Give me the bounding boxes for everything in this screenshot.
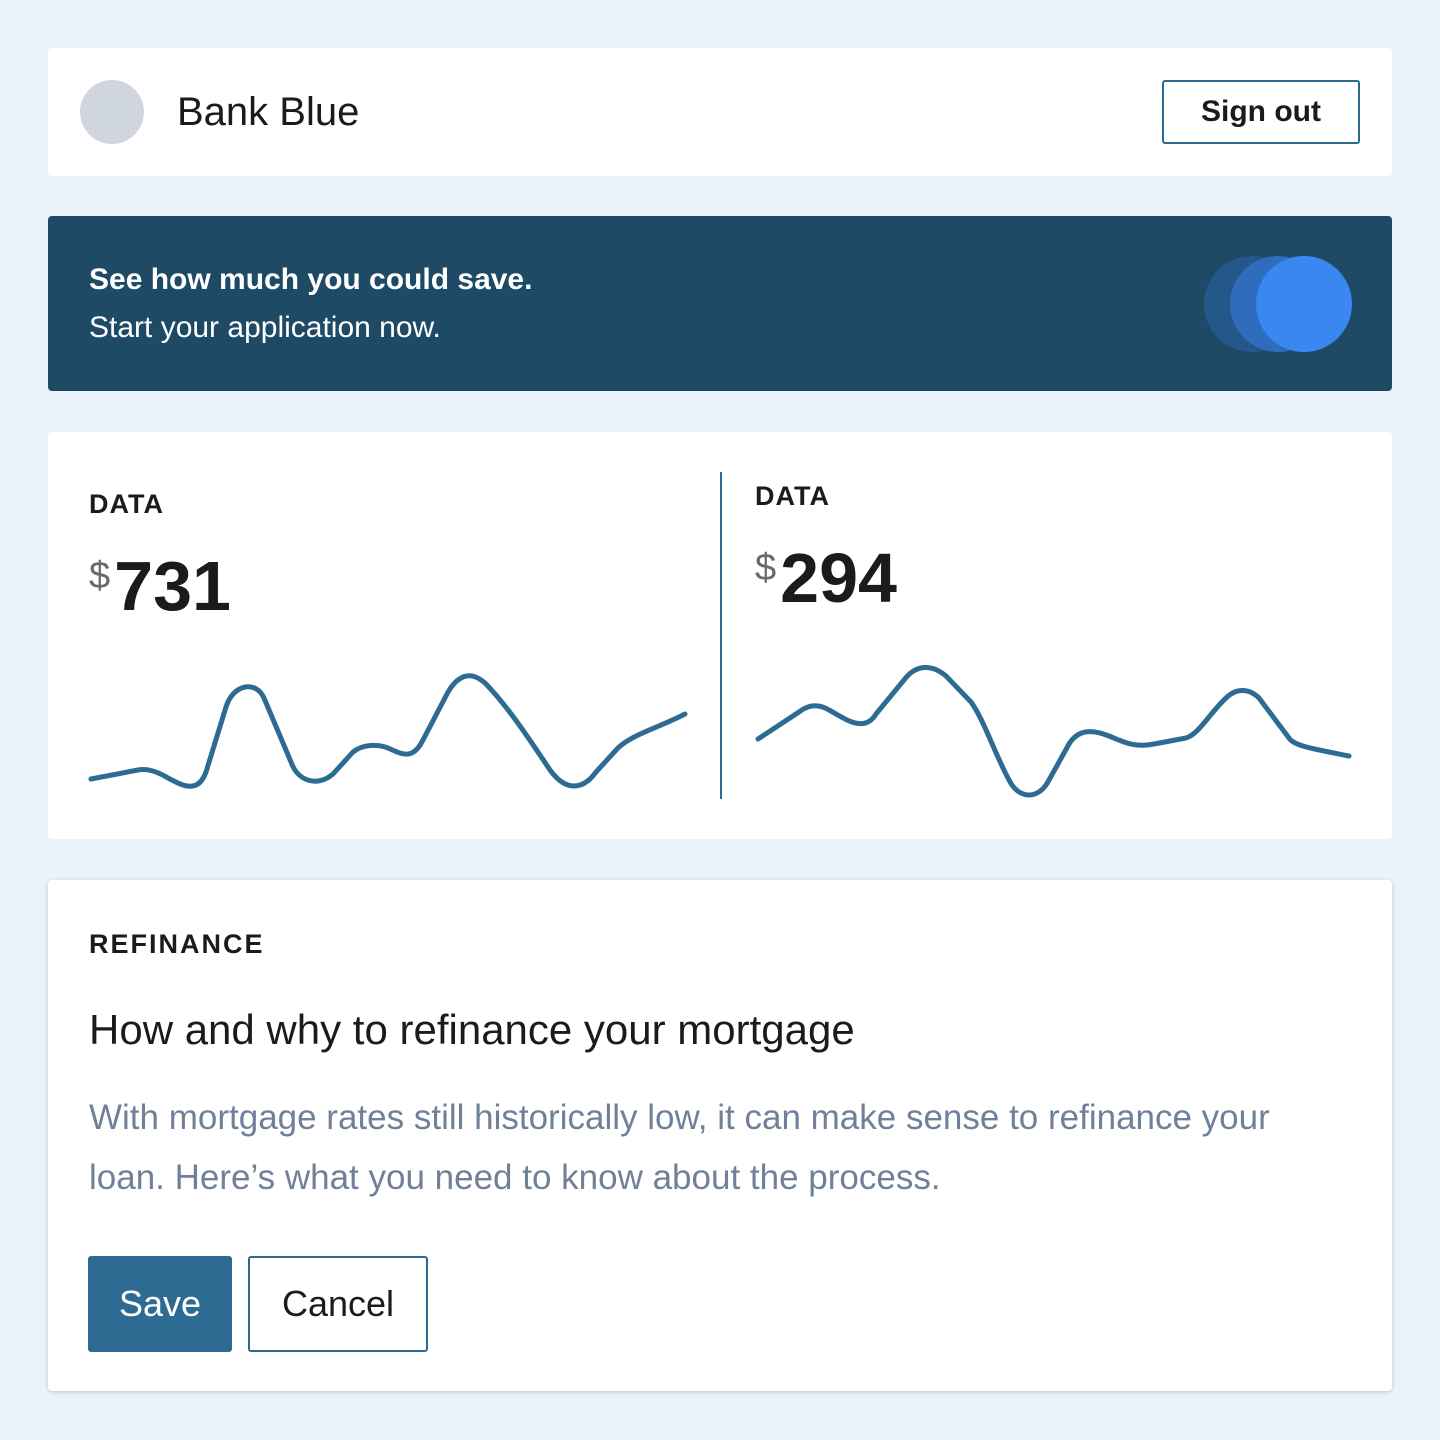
cancel-button[interactable]: Cancel <box>248 1256 428 1352</box>
banner-subtitle: Start your application now. <box>89 311 441 344</box>
metric-label: DATA <box>89 489 164 519</box>
sparkline-chart <box>88 673 688 789</box>
currency-symbol: $ <box>755 547 777 589</box>
article-title[interactable]: How and why to refinance your mortgage <box>89 1004 855 1056</box>
sign-out-button[interactable]: Sign out <box>1162 80 1360 144</box>
banner-decoration-circle <box>1256 256 1352 352</box>
data-card: DATA $ 731 DATA $ 294 <box>48 432 1392 839</box>
banner-title: See how much you could save. <box>89 263 533 296</box>
brand-name: Bank Blue <box>177 90 360 134</box>
sparkline-chart <box>755 665 1352 798</box>
sparkline-line <box>755 665 1352 798</box>
article-category: REFINANCE <box>89 929 265 959</box>
metric-value: $ 294 <box>755 540 897 616</box>
currency-symbol: $ <box>89 555 111 597</box>
metric-label: DATA <box>755 481 830 511</box>
promo-banner[interactable]: See how much you could save. Start your … <box>48 216 1392 391</box>
sparkline-line <box>88 673 688 789</box>
article-card: REFINANCE How and why to refinance your … <box>48 880 1392 1391</box>
app-header: Bank Blue Sign out <box>48 48 1392 176</box>
article-summary: With mortgage rates still historically l… <box>89 1098 1270 1197</box>
save-button[interactable]: Save <box>88 1256 232 1352</box>
metric-divider <box>720 472 722 799</box>
avatar[interactable] <box>80 80 144 144</box>
metric-amount: 294 <box>780 539 897 617</box>
metric-value: $ 731 <box>89 548 231 624</box>
metric-amount: 731 <box>114 547 231 625</box>
